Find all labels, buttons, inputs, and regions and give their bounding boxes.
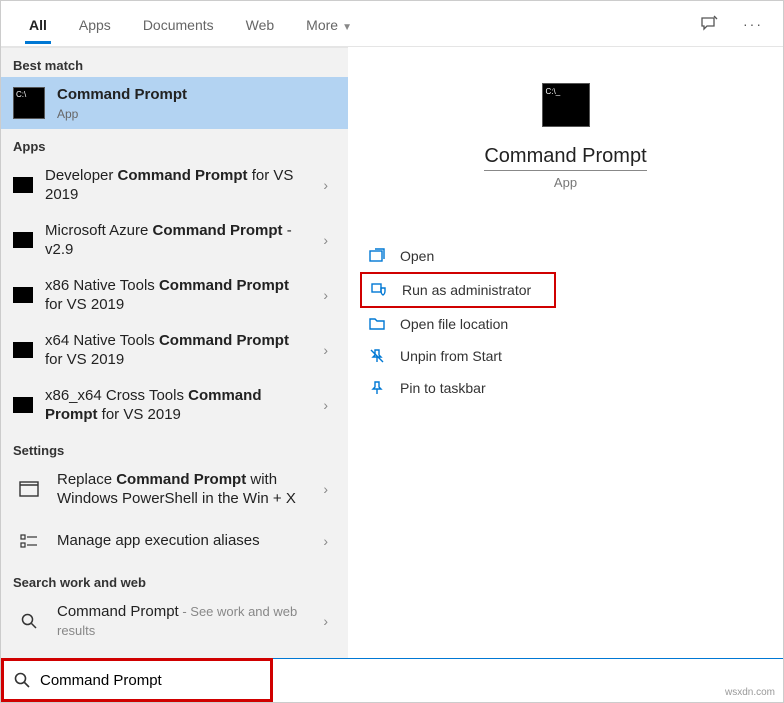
settings-result[interactable]: Manage app execution aliases › xyxy=(1,517,348,565)
web-result[interactable]: Command Prompt - See work and web result… xyxy=(1,594,348,649)
folder-icon xyxy=(368,316,386,332)
watermark: wsxdn.com xyxy=(725,687,775,698)
action-unpin-start[interactable]: Unpin from Start xyxy=(360,340,771,372)
action-pin-taskbar[interactable]: Pin to taskbar xyxy=(360,372,771,404)
preview-title: Command Prompt xyxy=(484,145,646,171)
alias-icon xyxy=(13,525,45,557)
open-icon xyxy=(368,248,386,264)
chevron-right-icon[interactable]: › xyxy=(315,533,336,549)
search-icon xyxy=(13,605,45,637)
result-title: x64 Native Tools Command Prompt for VS 2… xyxy=(45,331,303,370)
chevron-right-icon[interactable]: › xyxy=(315,613,336,629)
cmd-icon xyxy=(13,287,33,303)
result-title: x86 Native Tools Command Prompt for VS 2… xyxy=(45,276,303,315)
result-title: x86_x64 Cross Tools Command Prompt for V… xyxy=(45,386,303,425)
taskbar-strip xyxy=(273,658,783,702)
preview-subtitle: App xyxy=(348,175,783,190)
feedback-icon[interactable] xyxy=(699,14,719,34)
result-subtitle: App xyxy=(57,107,336,121)
result-title: Command Prompt xyxy=(57,85,336,105)
chevron-right-icon[interactable]: › xyxy=(315,232,336,248)
more-options-icon[interactable]: ··· xyxy=(743,16,763,32)
tab-apps[interactable]: Apps xyxy=(63,5,127,43)
action-open-location[interactable]: Open file location xyxy=(360,308,771,340)
cmd-icon: C:\ xyxy=(13,87,45,119)
cmd-icon xyxy=(13,232,33,248)
search-box[interactable] xyxy=(1,658,273,702)
chevron-right-icon[interactable]: › xyxy=(315,287,336,303)
section-apps: Apps xyxy=(1,129,348,158)
cmd-icon xyxy=(13,342,33,358)
cmd-icon xyxy=(13,397,33,413)
results-pane: Best match C:\ Command Prompt App Apps D… xyxy=(1,47,348,659)
result-title: Replace Command Prompt with Windows Powe… xyxy=(57,470,303,509)
search-input[interactable] xyxy=(40,672,260,689)
chevron-right-icon[interactable]: › xyxy=(315,481,336,497)
result-title: Manage app execution aliases xyxy=(57,531,303,551)
chevron-right-icon[interactable]: › xyxy=(315,342,336,358)
search-icon xyxy=(14,672,30,688)
result-title: Command Prompt - See work and web result… xyxy=(57,602,303,641)
section-web: Search work and web xyxy=(1,565,348,594)
preview-pane: C:\_ Command Prompt App Open Run as admi… xyxy=(348,47,783,659)
tab-more[interactable]: More▼ xyxy=(290,5,368,43)
action-label: Unpin from Start xyxy=(400,348,502,364)
tab-documents[interactable]: Documents xyxy=(127,5,230,43)
app-result[interactable]: Microsoft Azure Command Prompt - v2.9 › xyxy=(1,213,348,268)
preview-actions: Open Run as administrator Open file loca… xyxy=(348,240,783,404)
section-settings: Settings xyxy=(1,433,348,462)
app-result[interactable]: Developer Command Prompt for VS 2019 › xyxy=(1,158,348,213)
chevron-right-icon[interactable]: › xyxy=(315,177,336,193)
app-result[interactable]: x64 Native Tools Command Prompt for VS 2… xyxy=(1,323,348,378)
action-label: Run as administrator xyxy=(402,282,531,298)
preview-app-icon: C:\_ xyxy=(542,83,590,127)
unpin-icon xyxy=(368,348,386,364)
tab-web[interactable]: Web xyxy=(230,5,291,43)
cmd-icon xyxy=(13,177,33,193)
result-title: Developer Command Prompt for VS 2019 xyxy=(45,166,303,205)
app-result[interactable]: x86_x64 Cross Tools Command Prompt for V… xyxy=(1,378,348,433)
window-icon xyxy=(13,473,45,505)
tab-all[interactable]: All xyxy=(13,5,63,43)
settings-result[interactable]: Replace Command Prompt with Windows Powe… xyxy=(1,462,348,517)
admin-shield-icon xyxy=(370,282,388,298)
chevron-right-icon[interactable]: › xyxy=(315,397,336,413)
action-run-as-admin[interactable]: Run as administrator xyxy=(360,272,556,308)
search-filter-tabs: All Apps Documents Web More▼ ··· xyxy=(1,1,783,47)
pin-icon xyxy=(368,380,386,396)
result-title: Microsoft Azure Command Prompt - v2.9 xyxy=(45,221,303,260)
section-best-match: Best match xyxy=(1,48,348,77)
best-match-result[interactable]: C:\ Command Prompt App xyxy=(1,77,348,129)
action-label: Pin to taskbar xyxy=(400,380,486,396)
action-label: Open xyxy=(400,248,434,264)
app-result[interactable]: x86 Native Tools Command Prompt for VS 2… xyxy=(1,268,348,323)
action-open[interactable]: Open xyxy=(360,240,771,272)
action-label: Open file location xyxy=(400,316,508,332)
